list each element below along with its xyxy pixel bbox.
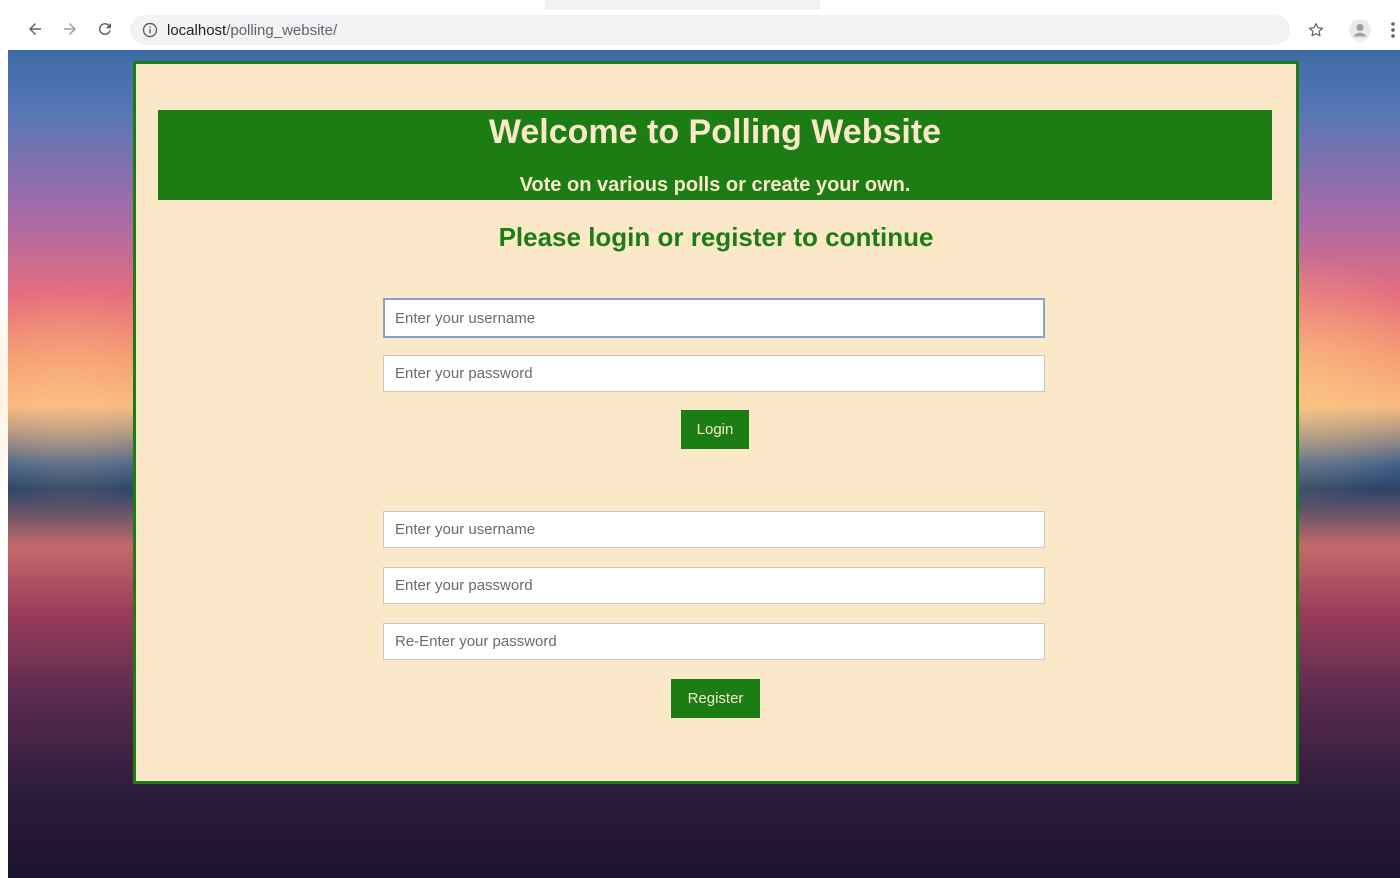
arrow-right-icon xyxy=(64,23,76,35)
address-bar[interactable]: localhost/polling_website/ xyxy=(130,15,1290,45)
browser-chrome: localhost/polling_website/ xyxy=(0,0,1400,50)
register-username-input[interactable] xyxy=(383,511,1045,548)
login-button[interactable]: Login xyxy=(681,410,749,449)
tab-strip xyxy=(0,0,1400,10)
page-subtitle: Vote on various polls or create your own… xyxy=(519,174,911,196)
url-host: localhost xyxy=(167,21,227,39)
main-card: Welcome to Polling Website Vote on vario… xyxy=(133,61,1299,784)
hero-banner: Welcome to Polling Website Vote on vario… xyxy=(158,110,1272,200)
register-password-input[interactable] xyxy=(383,567,1045,604)
register-confirm-password-input[interactable] xyxy=(383,623,1045,660)
page-title: Welcome to Polling Website xyxy=(488,113,942,151)
active-tab[interactable] xyxy=(545,0,820,10)
info-icon[interactable] xyxy=(142,22,158,38)
register-button[interactable]: Register xyxy=(671,679,760,718)
url-text: localhost/polling_website/ xyxy=(167,22,337,39)
login-prompt-heading: Please login or register to continue xyxy=(498,222,934,252)
more-menu-icon[interactable] xyxy=(1385,15,1400,45)
back-button[interactable] xyxy=(20,14,50,44)
reload-icon xyxy=(98,23,111,36)
forward-button[interactable] xyxy=(55,14,85,44)
url-path: /polling_website/ xyxy=(226,21,338,39)
profile-avatar-icon[interactable] xyxy=(1347,17,1373,43)
bookmark-star-icon[interactable] xyxy=(1303,15,1329,45)
login-password-input[interactable] xyxy=(383,355,1045,392)
reload-button[interactable] xyxy=(90,14,120,44)
arrow-left-icon xyxy=(29,23,41,35)
login-username-input[interactable] xyxy=(383,298,1045,338)
